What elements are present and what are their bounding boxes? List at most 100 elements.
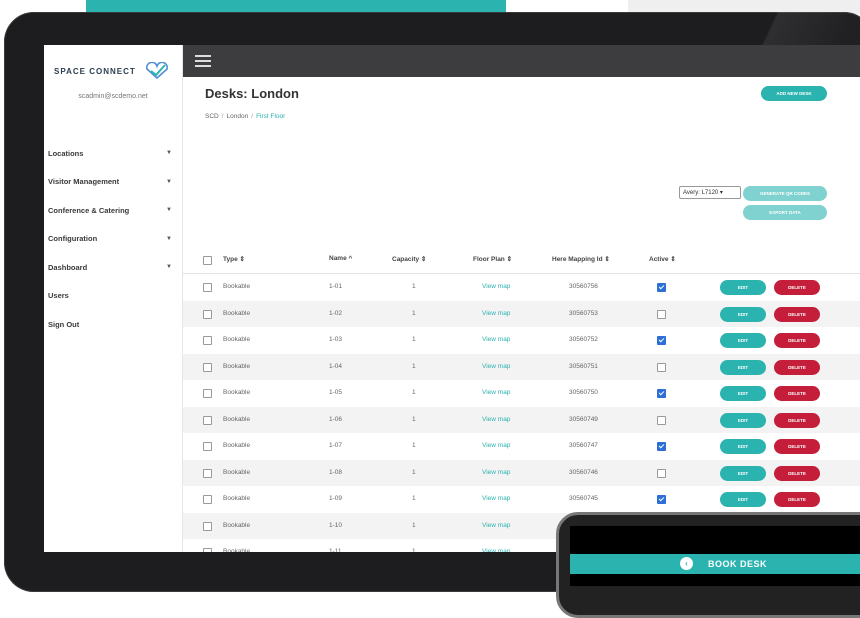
cell-mapping-id: 30560756 <box>569 283 598 290</box>
edit-button[interactable]: EDIT <box>720 306 766 322</box>
view-map-link[interactable]: View map <box>482 548 510 552</box>
sidebar-item-configuration[interactable]: Configuration ▼ <box>48 225 178 254</box>
breadcrumb-london[interactable]: London <box>227 113 249 120</box>
row-select-checkbox[interactable] <box>203 283 212 292</box>
cell-name: 1-01 <box>329 283 343 290</box>
sidebar-item-users[interactable]: Users <box>48 282 178 311</box>
table-body: Bookable 1-01 1 View map 30560756 EDIT DELETE B… <box>183 274 860 552</box>
delete-button[interactable]: DELETE <box>774 412 820 428</box>
delete-button[interactable]: DELETE <box>774 306 820 322</box>
delete-button[interactable]: DELETE <box>774 492 820 507</box>
cell-capacity: 1 <box>412 521 416 529</box>
delete-button[interactable]: DELETE <box>774 386 820 401</box>
sidebar-item-sign-out[interactable]: Sign Out <box>48 310 178 339</box>
cell-type: Bookable <box>223 336 251 343</box>
view-map-link[interactable]: View map <box>482 283 510 290</box>
column-mapping-id[interactable]: Here Mapping Id ⇕ <box>552 255 610 263</box>
edit-button[interactable]: EDIT <box>720 412 766 428</box>
row-select-checkbox[interactable] <box>203 521 212 531</box>
view-map-link[interactable]: View map <box>482 522 510 529</box>
edit-button[interactable]: EDIT <box>720 386 766 401</box>
edit-button[interactable]: EDIT <box>720 359 766 375</box>
column-type[interactable]: Type ⇕ <box>223 255 245 263</box>
sidebar-item-visitor-management[interactable]: Visitor Management ▼ <box>48 168 178 197</box>
cell-name: 1-07 <box>329 442 343 449</box>
delete-button[interactable]: DELETE <box>774 439 820 454</box>
active-checkbox[interactable] <box>657 336 666 345</box>
active-checkbox[interactable] <box>657 495 666 504</box>
cell-mapping-id: 30560747 <box>569 442 598 449</box>
page-title: Desks: London <box>205 86 299 101</box>
row-select-checkbox[interactable] <box>203 309 212 319</box>
user-email: scadmin@scdemo.net <box>78 93 148 100</box>
cell-capacity: 1 <box>412 283 416 290</box>
add-new-desk-button[interactable]: ADD NEW DESK <box>761 86 827 101</box>
row-select-checkbox[interactable] <box>203 495 212 504</box>
column-capacity[interactable]: Capacity ⇕ <box>392 255 426 263</box>
row-select-checkbox[interactable] <box>203 442 212 451</box>
row-select-checkbox[interactable] <box>203 362 212 372</box>
cell-capacity: 1 <box>412 362 416 370</box>
view-map-link[interactable]: View map <box>482 495 510 502</box>
edit-button[interactable]: EDIT <box>720 333 766 348</box>
chevron-down-icon: ▼ <box>166 235 172 242</box>
row-select-checkbox[interactable] <box>203 415 212 425</box>
active-checkbox[interactable] <box>657 389 666 398</box>
row-select-checkbox[interactable] <box>203 389 212 398</box>
cell-type: Bookable <box>223 548 251 552</box>
chevron-down-icon: ▼ <box>166 207 172 214</box>
sidebar-item-label: Configuration <box>48 234 98 244</box>
active-checkbox[interactable] <box>657 415 666 425</box>
delete-button[interactable]: DELETE <box>774 333 820 348</box>
breadcrumb-scd[interactable]: SCD <box>205 113 219 120</box>
sidebar-item-label: Conference & Catering <box>48 205 130 215</box>
table-row: Bookable 1-08 1 View map 30560746 EDIT DELETE <box>183 459 860 486</box>
generate-qr-codes-button[interactable]: GENERATE QR CODES <box>743 186 827 201</box>
hamburger-menu-icon[interactable] <box>195 55 211 67</box>
active-checkbox[interactable] <box>657 309 666 319</box>
chevron-down-icon: ▼ <box>166 150 172 157</box>
active-checkbox[interactable] <box>657 362 666 372</box>
view-map-link[interactable]: View map <box>482 469 510 476</box>
edit-button[interactable]: EDIT <box>720 280 766 295</box>
row-select-checkbox[interactable] <box>203 468 212 478</box>
cell-type: Bookable <box>223 283 251 290</box>
delete-button[interactable]: DELETE <box>774 280 820 295</box>
row-select-checkbox[interactable] <box>203 548 212 552</box>
avery-label-select[interactable]: Avery: L7120 ▾ <box>679 186 741 199</box>
edit-button[interactable]: EDIT <box>720 465 766 481</box>
delete-button[interactable]: DELETE <box>774 465 820 481</box>
row-select-checkbox[interactable] <box>203 336 212 345</box>
sidebar-item-locations[interactable]: Locations ▼ <box>48 139 178 168</box>
active-checkbox[interactable] <box>657 442 666 451</box>
edit-button[interactable]: EDIT <box>720 439 766 454</box>
back-chevron-icon[interactable]: ‹ <box>680 557 693 570</box>
cell-name: 1-04 <box>329 362 343 370</box>
column-active[interactable]: Active ⇕ <box>649 255 676 263</box>
sidebar-item-label: Locations <box>48 148 84 158</box>
view-map-link[interactable]: View map <box>482 442 510 449</box>
breadcrumb-first-floor[interactable]: First Floor <box>256 113 285 120</box>
table-row: Bookable 1-06 1 View map 30560749 EDIT DELETE <box>183 406 860 433</box>
active-checkbox[interactable] <box>657 283 666 292</box>
export-data-button[interactable]: EXPORT DATA <box>743 205 827 220</box>
brand-logo[interactable]: SPACE CONNECT <box>54 62 174 82</box>
sidebar-item-dashboard[interactable]: Dashboard ▼ <box>48 253 178 282</box>
cell-type: Bookable <box>223 362 251 370</box>
select-all-checkbox[interactable] <box>203 256 212 265</box>
column-name[interactable]: Name ^ <box>329 255 352 262</box>
edit-button[interactable]: EDIT <box>720 492 766 507</box>
cell-capacity: 1 <box>412 548 416 552</box>
view-map-link[interactable]: View map <box>482 336 510 343</box>
top-bar <box>183 45 860 77</box>
sidebar-item-conference-catering[interactable]: Conference & Catering ▼ <box>48 196 178 225</box>
view-map-link[interactable]: View map <box>482 363 510 370</box>
view-map-link[interactable]: View map <box>482 310 510 317</box>
view-map-link[interactable]: View map <box>482 389 510 396</box>
active-checkbox[interactable] <box>657 468 666 478</box>
cell-type: Bookable <box>223 442 251 449</box>
column-floor-plan[interactable]: Floor Plan ⇕ <box>473 255 512 263</box>
cell-capacity: 1 <box>412 442 416 449</box>
delete-button[interactable]: DELETE <box>774 359 820 375</box>
view-map-link[interactable]: View map <box>482 416 510 423</box>
